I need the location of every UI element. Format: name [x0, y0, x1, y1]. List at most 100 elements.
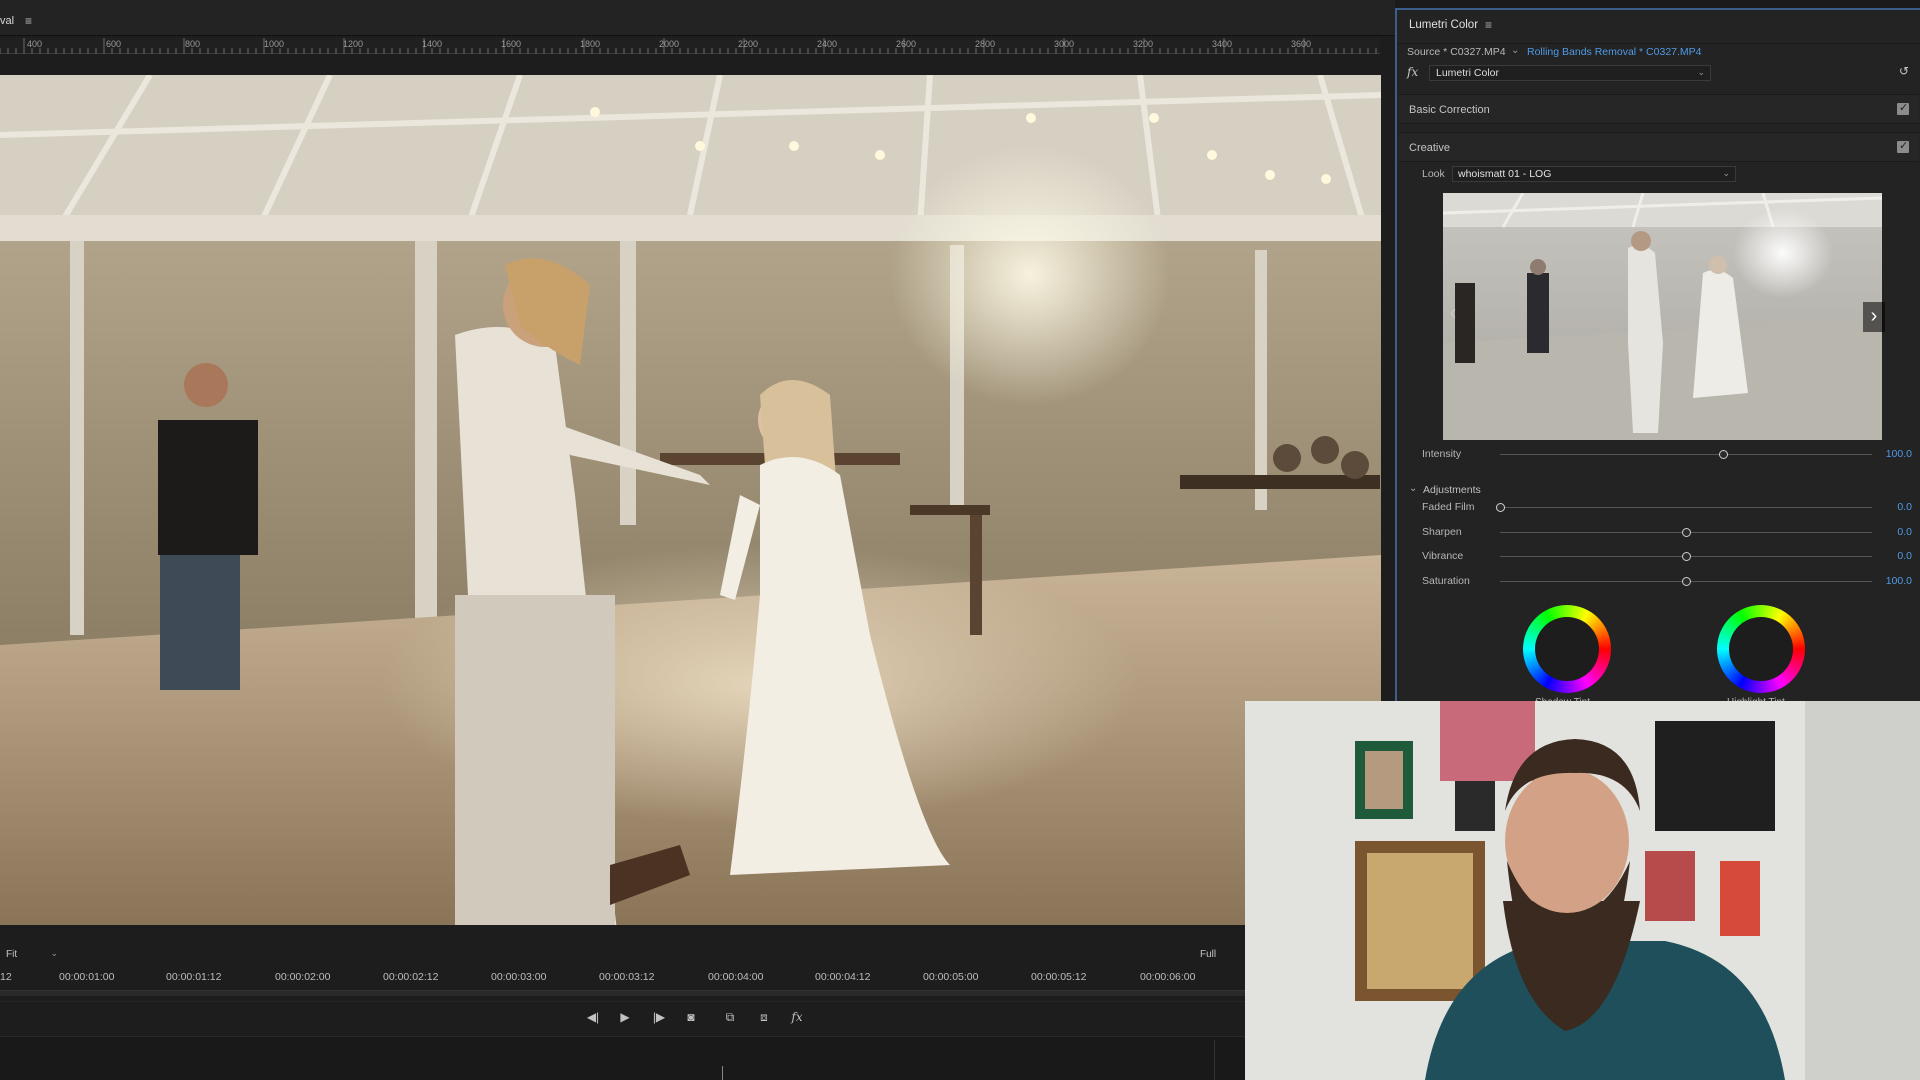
chevron-down-icon[interactable]: ⌄: [1409, 483, 1417, 494]
ruler-label: 1800: [580, 39, 601, 49]
scrub-track[interactable]: [0, 990, 1245, 996]
look-value: whoismatt 01 - LOG: [1458, 168, 1552, 180]
chevron-down-icon: ⌄: [50, 948, 58, 958]
ruler-label: 2800: [975, 39, 996, 49]
play-icon[interactable]: ▶: [616, 1010, 634, 1026]
timecode-label: 00:00:01:00: [59, 971, 115, 983]
panel-divider[interactable]: [1214, 1040, 1215, 1080]
slider-label: Intensity: [1422, 448, 1462, 460]
slider-value[interactable]: 0.0: [1897, 526, 1912, 538]
section-basic-correction[interactable]: Basic Correction: [1399, 94, 1919, 124]
slider-thumb[interactable]: [1681, 528, 1691, 537]
playhead-marker[interactable]: [722, 1066, 723, 1080]
chevron-down-icon[interactable]: ⌄: [1511, 45, 1519, 56]
timecode-label: 12: [0, 971, 12, 983]
saturation-slider[interactable]: Saturation 100.0: [1422, 574, 1912, 590]
panel-title[interactable]: Lumetri Color: [1409, 19, 1478, 31]
source-clip-label: Source * C0327.MP4: [1407, 46, 1506, 58]
ruler-label: 1200: [343, 39, 364, 49]
ruler-label: 1400: [422, 39, 443, 49]
timeline-strip: [0, 1036, 1245, 1080]
adjustments-label[interactable]: Adjustments: [1423, 484, 1481, 496]
timecode-label: 00:00:03:12: [599, 971, 655, 983]
ruler-label: 3200: [1133, 39, 1154, 49]
compare-view-icon[interactable]: ⧈: [755, 1010, 773, 1026]
slider-thumb[interactable]: [1718, 450, 1728, 459]
sharpen-slider[interactable]: Sharpen 0.0: [1422, 525, 1912, 541]
program-video-frame[interactable]: [0, 75, 1381, 925]
source-row: Source * C0327.MP4 ⌄ Rolling Bands Remov…: [1407, 45, 1912, 60]
webcam-overlay: [1245, 701, 1920, 1080]
slider-label: Saturation: [1422, 575, 1470, 587]
resolution-dropdown[interactable]: Full: [1200, 949, 1216, 960]
zoom-fit-label: Fit: [6, 949, 18, 960]
highlight-tint-wheel[interactable]: [1717, 605, 1805, 693]
slider-track[interactable]: [1500, 507, 1872, 508]
hamburger-menu-icon[interactable]: ≡: [1485, 18, 1492, 32]
look-label: Look: [1422, 168, 1445, 180]
timecode-label: 00:00:04:12: [815, 971, 871, 983]
step-back-icon[interactable]: ◀|: [584, 1010, 602, 1026]
ruler-label: 2400: [817, 39, 838, 49]
ruler-label: 400: [27, 39, 43, 49]
presenter-webcam-image: [1245, 701, 1920, 1080]
timecode-label: 00:00:03:00: [491, 971, 547, 983]
timecode-label: 00:00:04:00: [708, 971, 764, 983]
reset-icon[interactable]: ↺: [1899, 64, 1909, 78]
overlay-toggle-icon[interactable]: ⧉: [721, 1010, 739, 1026]
timecode-label: 00:00:06:00: [1140, 971, 1196, 983]
fx-icon[interactable]: fx: [1407, 65, 1418, 79]
look-preview-thumbnail[interactable]: [1443, 193, 1882, 440]
slider-thumb[interactable]: [1681, 577, 1691, 586]
monitor-header: val ≡: [0, 0, 1395, 36]
slider-value[interactable]: 100.0: [1886, 575, 1912, 587]
ruler-label: 3600: [1291, 39, 1312, 49]
creative-checkbox[interactable]: [1897, 139, 1909, 153]
ruler-label: 1600: [501, 39, 522, 49]
wedding-dance-image: [0, 75, 1381, 925]
timecode-ruler[interactable]: 12 00:00:01:00 00:00:01:12 00:00:02:00 0…: [0, 971, 1245, 985]
next-look-icon[interactable]: ›: [1863, 302, 1885, 332]
program-monitor-panel: val ≡ 400 600 800 1000 1200 1400 1600 18…: [0, 0, 1395, 1080]
timecode-label: 00:00:02:00: [275, 971, 331, 983]
slider-value[interactable]: 0.0: [1897, 501, 1912, 513]
monitor-title[interactable]: val: [0, 15, 14, 27]
step-forward-icon[interactable]: |▶: [650, 1010, 668, 1026]
section-creative[interactable]: Creative: [1399, 132, 1919, 162]
ruler-label: 2000: [659, 39, 680, 49]
slider-track[interactable]: [1500, 454, 1872, 455]
effect-dropdown[interactable]: Lumetri Color ⌄: [1429, 65, 1711, 81]
look-row: Look whoismatt 01 - LOG ⌄: [1422, 166, 1902, 184]
slider-value[interactable]: 0.0: [1897, 550, 1912, 562]
slider-label: Sharpen: [1422, 526, 1462, 538]
look-dropdown[interactable]: whoismatt 01 - LOG ⌄: [1452, 166, 1736, 182]
intensity-slider[interactable]: Intensity 100.0: [1422, 447, 1912, 463]
resolution-label: Full: [1200, 949, 1217, 960]
timecode-label: 00:00:01:12: [166, 971, 222, 983]
faded-film-slider[interactable]: Faded Film 0.0: [1422, 500, 1912, 516]
basic-correction-checkbox[interactable]: [1897, 101, 1909, 115]
shadow-tint-wheel[interactable]: [1523, 605, 1611, 693]
timecode-label: 00:00:05:12: [1031, 971, 1087, 983]
vibrance-slider[interactable]: Vibrance 0.0: [1422, 549, 1912, 565]
horizontal-ruler: 400 600 800 1000 1200 1400 1600 1800 200…: [0, 38, 1380, 54]
section-label[interactable]: Creative: [1409, 142, 1450, 154]
slider-label: Faded Film: [1422, 501, 1475, 513]
slider-value[interactable]: 100.0: [1886, 448, 1912, 460]
zoom-fit-dropdown[interactable]: Fit ⌄: [6, 948, 60, 964]
export-frame-icon[interactable]: ◙: [682, 1010, 700, 1026]
slider-thumb[interactable]: [1681, 552, 1691, 561]
ruler-label: 3400: [1212, 39, 1233, 49]
ruler-label: 3000: [1054, 39, 1075, 49]
timecode-label: 00:00:05:00: [923, 971, 979, 983]
section-label[interactable]: Basic Correction: [1409, 104, 1490, 116]
sequence-clip-link[interactable]: Rolling Bands Removal * C0327.MP4: [1527, 46, 1702, 58]
ruler-ticks: [0, 38, 1377, 54]
hamburger-menu-icon[interactable]: ≡: [25, 14, 32, 28]
ruler-label: 800: [185, 39, 201, 49]
fx-icon[interactable]: fx: [788, 1010, 806, 1026]
lumetri-header: Lumetri Color ≡: [1397, 10, 1920, 44]
slider-thumb[interactable]: [1495, 503, 1505, 512]
ruler-label: 600: [106, 39, 122, 49]
previous-look-icon[interactable]: ‹: [1443, 302, 1463, 332]
